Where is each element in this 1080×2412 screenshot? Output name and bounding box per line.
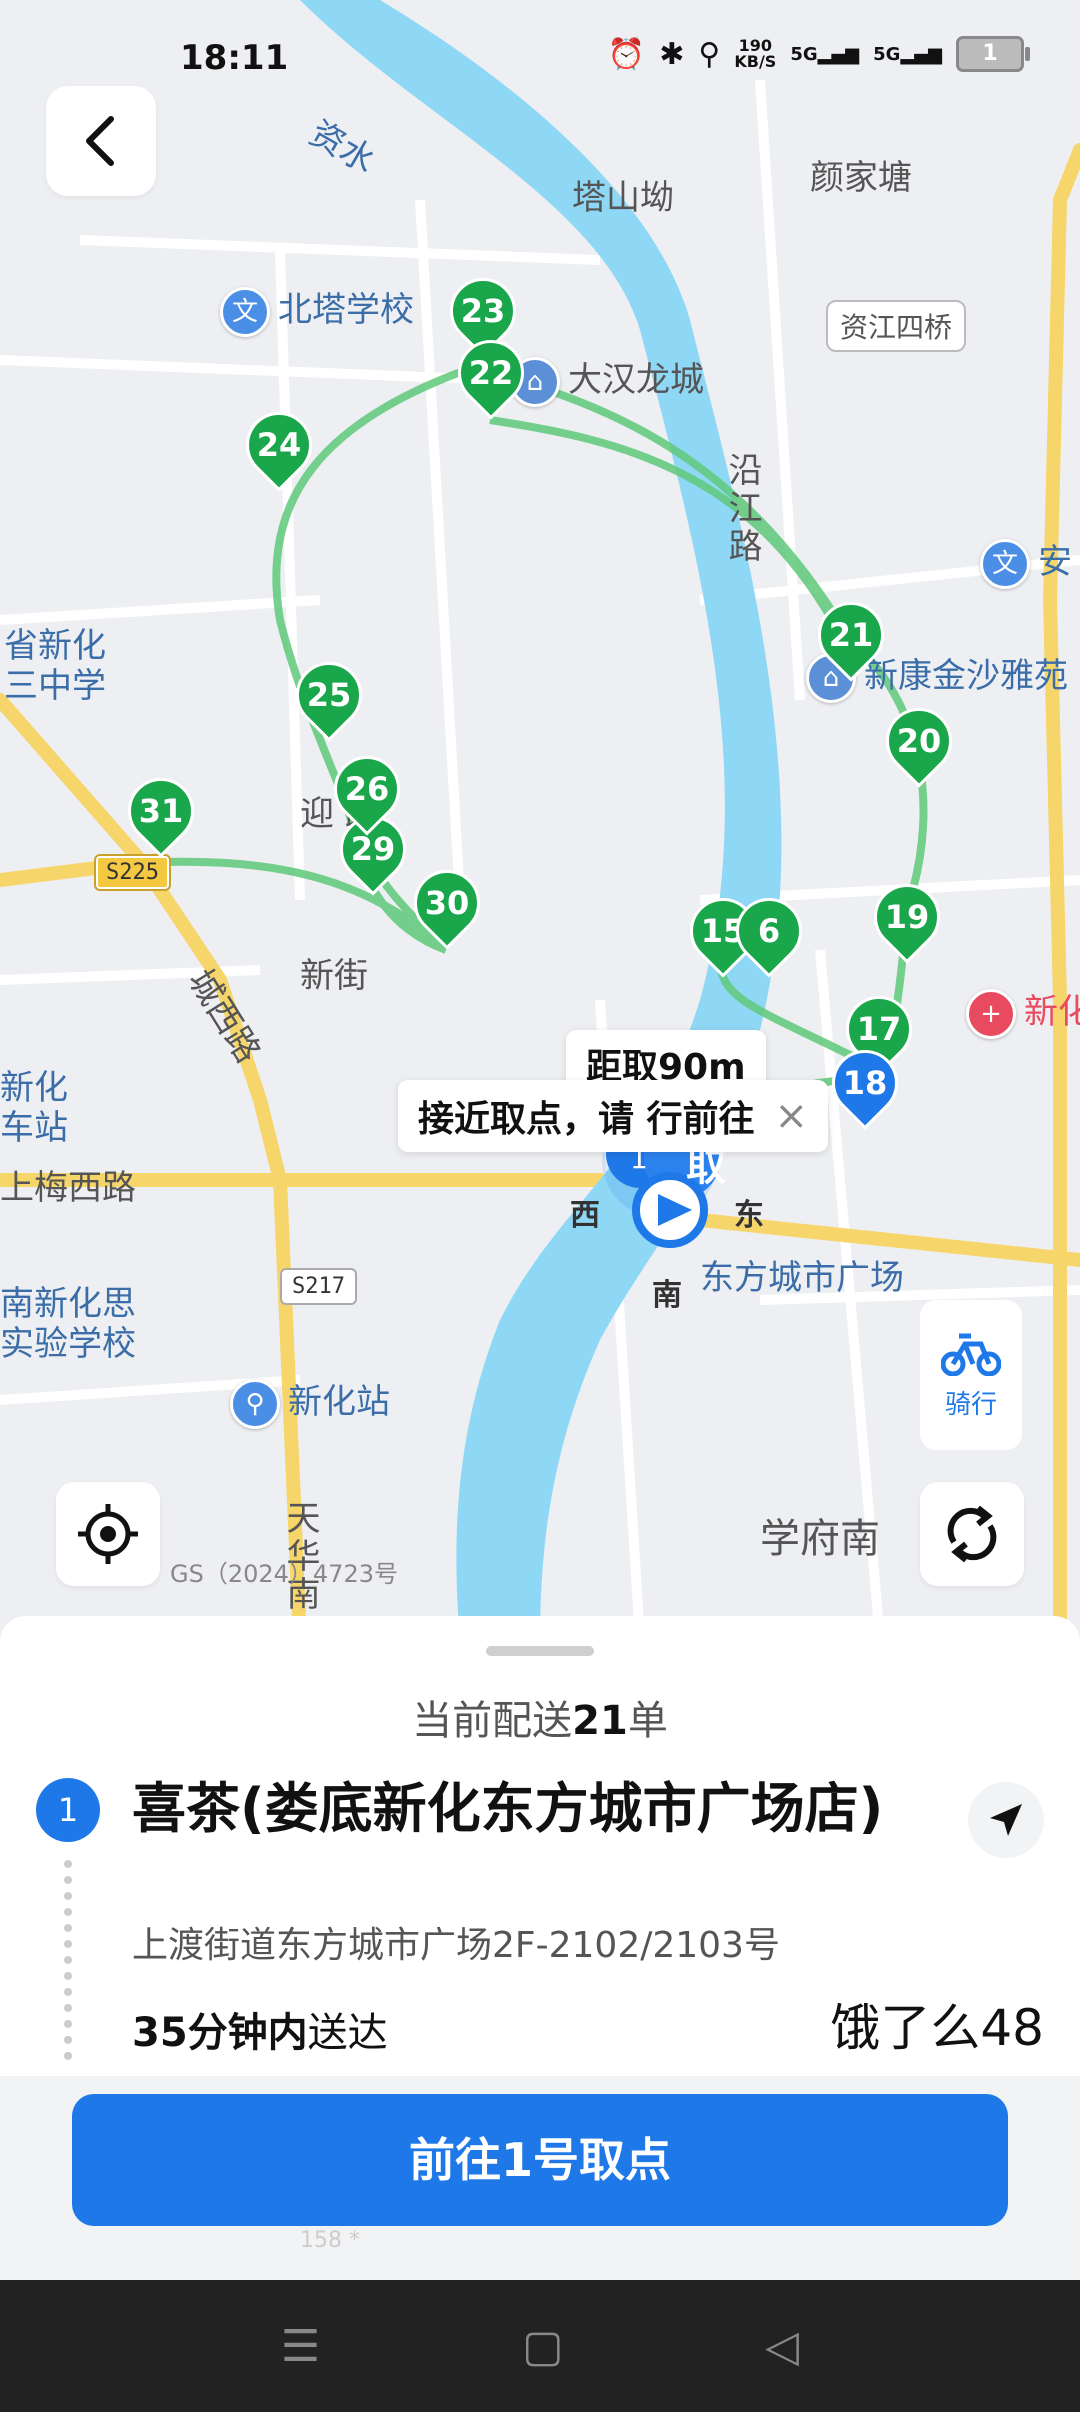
poi-beita-school[interactable]: 文北塔学校 xyxy=(220,282,414,337)
poi-sanzhong: 省新化 三中学 xyxy=(4,626,106,706)
locate-button[interactable] xyxy=(56,1482,160,1586)
navigate-button[interactable] xyxy=(968,1782,1044,1858)
go-to-pickup-button[interactable]: 前往1号取点 xyxy=(72,2094,1008,2226)
store-name: 喜茶(娄底新化东方城市广场店) xyxy=(132,1777,884,1840)
route-marker-30[interactable]: 30 xyxy=(400,856,494,956)
compass-west: 西 xyxy=(570,1198,600,1233)
signal-5g-2: 5G▂▄▆ xyxy=(873,43,942,65)
stop-number-badge: 1 xyxy=(36,1778,100,1842)
close-icon[interactable]: × xyxy=(775,1093,809,1139)
home-icon[interactable]: ▢ xyxy=(522,2321,564,2372)
cta-ghost-text: 158 * xyxy=(300,2228,360,2253)
area-label-tashan: 塔山坳 xyxy=(572,178,674,218)
refresh-button[interactable] xyxy=(920,1482,1024,1586)
back-button[interactable] xyxy=(46,86,156,196)
poi-xinhua-station[interactable]: ⚲ 新化站 xyxy=(230,1374,390,1429)
order-sheet: 当前配送21单 1 喜茶(娄底新化东方城市广场店) 上渡街道东方城市广场2F-2… xyxy=(0,1616,1080,2076)
chevron-left-icon xyxy=(86,116,114,166)
order-count: 21 xyxy=(572,1698,628,1744)
poi-xinhua-hospital[interactable]: + 新化 xyxy=(966,984,1080,1039)
poi-label: 新化 xyxy=(1024,992,1080,1032)
alarm-icon: ⏰ xyxy=(607,36,646,72)
route-marker-26[interactable]: 26 xyxy=(320,742,414,842)
locate-icon xyxy=(78,1504,138,1564)
area-label-xinjie: 新街 xyxy=(300,956,368,996)
route-marker-20[interactable]: 20 xyxy=(872,694,966,794)
battery-icon: 1 xyxy=(956,36,1030,72)
route-marker-31[interactable]: 31 xyxy=(114,764,208,864)
status-time: 18:11 xyxy=(180,38,289,78)
status-bar: 18:11 ⏰ ✱ ⚲ 190 KB/S 5G▂▄▆ 5G▂▄▆ 1 xyxy=(0,0,1080,120)
road-label-shangmei: 上梅西路 xyxy=(0,1168,136,1208)
bicycle-icon xyxy=(941,1333,1001,1376)
compass-east: 东 xyxy=(734,1198,764,1233)
title-prefix: 当前配送 xyxy=(412,1698,573,1744)
poi-dongfang-plaza: 东方城市广场 xyxy=(700,1258,904,1298)
poi-an[interactable]: 文安 xyxy=(980,534,1072,589)
back-triangle-icon[interactable]: ◁ xyxy=(765,2321,799,2372)
delivery-eta: 35分钟内送达 xyxy=(132,2010,388,2056)
bluetooth-icon: ✱ xyxy=(659,36,685,72)
menu-icon[interactable]: ☰ xyxy=(281,2321,320,2372)
sheet-grabber[interactable] xyxy=(486,1646,594,1656)
ride-mode-button[interactable]: 骑行 xyxy=(920,1300,1022,1450)
system-nav-bar: ☰ ▢ ◁ xyxy=(0,2280,1080,2412)
location-icon: ⚲ xyxy=(698,36,721,72)
poi-label: 新康金沙雅苑 xyxy=(864,656,1068,696)
network-speed: 190 KB/S xyxy=(734,36,777,71)
school-icon: 文 xyxy=(980,538,1030,589)
bridge-label: 资江四桥 xyxy=(826,300,967,352)
platform-order-id: 饿了么48 xyxy=(830,1999,1044,2057)
poi-label: 新化站 xyxy=(288,1382,390,1422)
route-marker-25[interactable]: 25 xyxy=(282,648,376,748)
area-label-xuefu: 学府南 xyxy=(760,1516,880,1562)
poi-label: 大汉龙城 xyxy=(568,360,704,400)
road-label-yanjiang: 沿江路 xyxy=(722,452,762,566)
status-icons: ⏰ ✱ ⚲ 190 KB/S 5G▂▄▆ 5G▂▄▆ 1 xyxy=(607,36,1030,72)
road-shield-s217: S217 xyxy=(280,1268,357,1305)
poi-nanxin-school: 南新化思 实验学校 xyxy=(0,1284,136,1364)
delivery-count-title: 当前配送21单 xyxy=(0,1688,1080,1746)
poi-dahan[interactable]: ⌂ 大汉龙城 xyxy=(510,352,704,407)
signal-5g-1: 5G▂▄▆ xyxy=(790,43,860,65)
map-view[interactable]: 资水 塔山坳 颜家塘 文北塔学校 资江四桥 ⌂ 大汉龙城 沿江路 文安 省新化 三… xyxy=(0,0,1080,1640)
map-license: GS（2024）4723号 xyxy=(170,1560,398,1588)
refresh-icon xyxy=(947,1505,997,1563)
route-marker-21[interactable]: 21 xyxy=(804,588,898,688)
route-marker-24[interactable]: 24 xyxy=(232,398,326,498)
station-icon: ⚲ xyxy=(230,1378,280,1429)
approach-bubble: 接近取点，请 行前往 × xyxy=(398,1080,829,1152)
compass-south: 南 xyxy=(652,1278,682,1313)
route-marker-16[interactable]: 6 xyxy=(722,884,816,984)
route-marker-22[interactable]: 22 xyxy=(444,326,538,426)
pickup-marker-18[interactable]: 18 xyxy=(818,1036,912,1136)
area-label-yanjiatang: 颜家塘 xyxy=(810,158,912,198)
school-icon: 文 xyxy=(220,286,270,337)
approach-message: 接近取点，请 行前往 xyxy=(418,1099,755,1140)
poi-label: 北塔学校 xyxy=(278,290,414,330)
ride-label: 骑行 xyxy=(944,1389,997,1420)
store-address: 上渡街道东方城市广场2F-2102/2103号 xyxy=(132,1925,780,1966)
hospital-icon: + xyxy=(966,988,1016,1039)
poi-xinhua-bus: 新化 车站 xyxy=(0,1068,68,1148)
navigation-arrow-icon xyxy=(990,1804,1022,1836)
cta-bar: 前往1号取点 158 * xyxy=(0,2076,1080,2280)
route-marker-19[interactable]: 19 xyxy=(860,870,954,970)
stop-connector xyxy=(64,1860,80,2060)
title-suffix: 单 xyxy=(627,1698,668,1744)
poi-label: 安 xyxy=(1038,542,1072,582)
